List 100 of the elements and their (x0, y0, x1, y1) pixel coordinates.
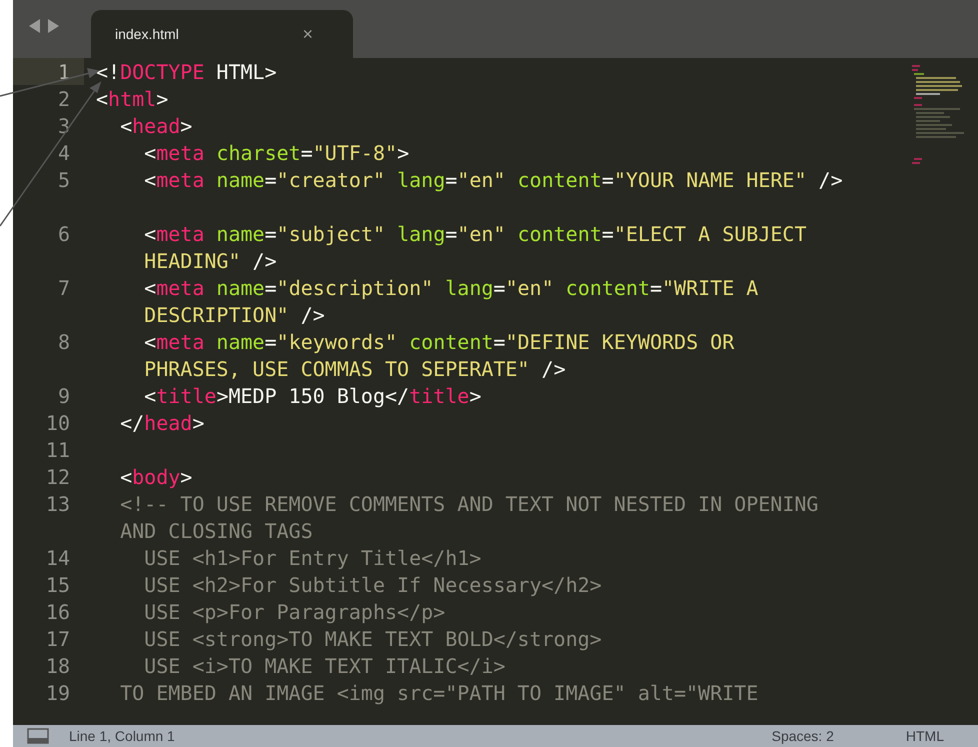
code-text: > (469, 382, 482, 410)
next-file-icon[interactable] (47, 19, 59, 33)
code-text: = (445, 220, 458, 248)
attribute-name: content (516, 220, 602, 248)
code-text: = (264, 166, 277, 194)
code-text: < (143, 140, 156, 166)
code-comment: TO EMBED AN IMAGE <img src="PATH TO IMAGE" alt="WRITE (119, 680, 758, 706)
line-number: 10 (44, 410, 71, 436)
attribute-name: name (215, 166, 265, 194)
code-text: > (156, 86, 168, 112)
line-number: 17 (44, 626, 71, 652)
attribute-name: lang (444, 274, 494, 302)
tab-label: index.html (115, 24, 179, 44)
tag-name: meta (156, 166, 204, 194)
attribute-name: content (516, 166, 602, 194)
line-number: 14 (44, 544, 71, 571)
tag-name: body (132, 464, 180, 490)
line-number: 15 (44, 572, 71, 598)
tag-name: meta (156, 328, 204, 356)
tag-name: meta (156, 220, 204, 248)
line-number: 7 (56, 274, 71, 301)
code-text: < (119, 464, 132, 490)
code-text: = (650, 274, 662, 302)
string-value: DESCRIPTION" (143, 302, 289, 328)
attribute-name: name (215, 220, 265, 248)
attribute-name: lang (396, 166, 446, 194)
code-text: = (264, 220, 277, 248)
line-number: 19 (44, 680, 71, 706)
attribute-name: charset (215, 140, 301, 166)
string-value: "creator" (276, 166, 386, 194)
string-value: "en" (457, 220, 506, 248)
code-text: = (264, 274, 277, 302)
line-number: 16 (44, 598, 71, 625)
code-comment: USE <h2>For Subtitle If Necessary</h2> (143, 572, 602, 598)
line-number: 1 (13, 58, 84, 85)
code-text: HTML> (215, 58, 277, 86)
tag-name: html (108, 86, 156, 112)
line-number: 4 (56, 140, 71, 166)
line-number: 12 (44, 464, 71, 490)
string-value: "keywords" (276, 328, 398, 356)
code-text: > (192, 410, 204, 436)
close-tab-button[interactable]: × (302, 20, 313, 48)
line-number: 9 (56, 382, 71, 409)
indentation-setting[interactable]: Spaces: 2 (772, 726, 834, 746)
code-text: < (143, 274, 156, 302)
string-value: "UTF-8" (312, 140, 398, 166)
code-comment: AND CLOSING TAGS (119, 518, 313, 544)
code-text: <! (96, 58, 120, 86)
attribute-name: name (215, 328, 265, 356)
tag-name: title (409, 382, 470, 410)
code-text: < (143, 220, 156, 248)
code-text: = (602, 166, 614, 194)
string-value: "WRITE A (662, 274, 758, 302)
code-text: = (602, 220, 614, 248)
string-value: PHRASES, USE COMMAS TO SEPERATE" (143, 356, 530, 382)
tag-name: head (144, 410, 192, 436)
code-text: = (300, 140, 313, 166)
code-text: >MEDP 150 Blog</ (216, 382, 410, 410)
code-text: < (96, 86, 108, 112)
string-value: "en" (505, 274, 554, 302)
panel-icon[interactable] (27, 728, 49, 744)
code-text: /> (540, 356, 566, 382)
tag-name: head (132, 112, 180, 140)
code-text: > (180, 112, 192, 140)
line-number: 13 (44, 490, 71, 517)
line-number: 11 (44, 436, 71, 463)
string-value: "en" (457, 166, 506, 194)
code-text: /> (300, 302, 325, 328)
code-comment: USE <strong>TO MAKE TEXT BOLD</strong> (143, 626, 602, 652)
string-value: "DEFINE KEYWORDS OR (505, 328, 734, 356)
string-value: "YOUR NAME HERE" (614, 166, 806, 194)
code-text: </ (119, 410, 144, 436)
string-value: "description" (276, 274, 434, 302)
line-number: 6 (56, 220, 71, 247)
code-text: < (143, 382, 156, 410)
file-tab[interactable]: index.html × (91, 10, 353, 58)
code-comment: USE <h1>For Entry Title</h1> (143, 544, 482, 572)
tag-name: title (156, 382, 216, 410)
code-text: > (397, 140, 410, 166)
code-text: < (143, 328, 156, 356)
attribute-name: content (408, 328, 494, 356)
line-number: 5 (56, 166, 71, 193)
tag-name: meta (156, 140, 204, 166)
previous-file-icon[interactable] (29, 19, 41, 33)
code-text: > (180, 464, 192, 490)
code-text: = (493, 274, 506, 302)
code-text: /> (252, 248, 277, 274)
attribute-name: lang (396, 220, 446, 248)
line-number: 18 (44, 652, 71, 679)
code-text: < (143, 166, 156, 194)
syntax-setting[interactable]: HTML (906, 726, 944, 746)
line-number: 2 (56, 86, 71, 112)
string-value: HEADING" (143, 248, 240, 274)
code-comment: USE <p>For Paragraphs</p> (143, 598, 446, 626)
code-comment: <!-- TO USE REMOVE COMMENTS AND TEXT NOT NESTED IN OPENING (119, 490, 818, 518)
code-text: /> (818, 166, 843, 194)
attribute-name: name (215, 274, 265, 302)
string-value: "ELECT A SUBJECT (614, 220, 806, 248)
line-number: 8 (56, 328, 71, 355)
attribute-name: content (564, 274, 650, 302)
